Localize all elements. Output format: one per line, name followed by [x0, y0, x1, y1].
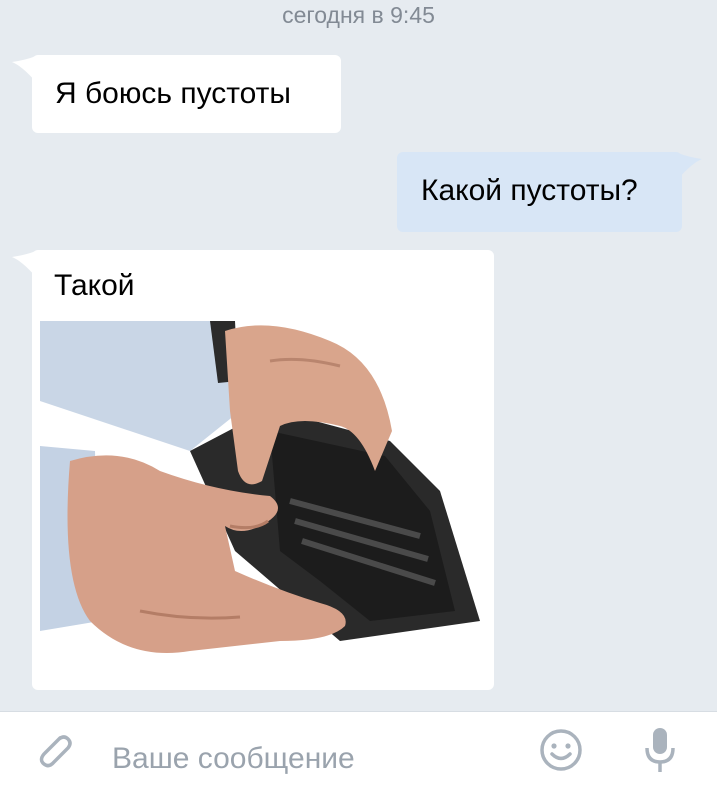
- message-text: Такой: [54, 269, 135, 302]
- microphone-icon[interactable]: [640, 724, 680, 776]
- empty-wallet-photo: [40, 321, 486, 677]
- message-bubble-incoming[interactable]: Я боюсь пустоты: [32, 55, 341, 133]
- message-bubble-incoming[interactable]: Такой: [32, 250, 494, 690]
- message-input[interactable]: Ваше сообщение: [112, 742, 355, 776]
- message-text: Какой пустоты?: [421, 174, 638, 207]
- message-text: Я боюсь пустоты: [55, 77, 291, 110]
- smiley-icon[interactable]: [537, 726, 585, 774]
- paperclip-icon[interactable]: [30, 726, 78, 774]
- photo-attachment[interactable]: [40, 321, 486, 677]
- date-separator: сегодня в 9:45: [282, 2, 435, 28]
- message-bubble-outgoing[interactable]: Какой пустоты?: [397, 152, 682, 232]
- message-composer: Ваше сообщение: [0, 711, 717, 787]
